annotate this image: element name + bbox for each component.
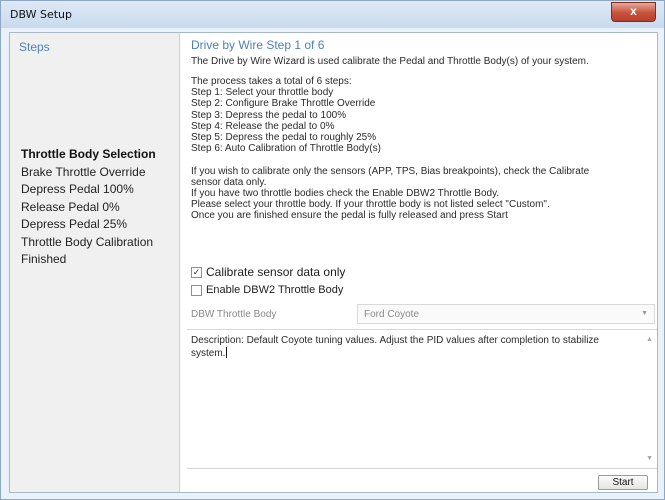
description-text: Description: Default Coyote tuning value… bbox=[191, 335, 636, 360]
instruction-line: If you wish to calibrate only the sensor… bbox=[191, 165, 590, 177]
description-value: Description: Default Coyote tuning value… bbox=[191, 335, 599, 359]
instruction-line: Once you are finished ensure the pedal i… bbox=[191, 210, 508, 222]
close-icon: x bbox=[630, 4, 637, 18]
instruction-line: Step 1: Select your throttle body bbox=[191, 87, 334, 99]
scroll-down-arrow-icon[interactable]: ▼ bbox=[646, 455, 653, 462]
text-caret bbox=[226, 347, 228, 358]
step-item-finished: Finished bbox=[21, 252, 67, 266]
instruction-line bbox=[191, 154, 589, 165]
enable-dbw2-checkbox[interactable]: Enable DBW2 Throttle Body bbox=[191, 284, 343, 296]
step-title: Drive by Wire Step 1 of 6 bbox=[191, 38, 325, 52]
throttle-body-label: DBW Throttle Body bbox=[191, 309, 277, 320]
instruction-line: Please select your throttle body. If you… bbox=[191, 199, 550, 211]
close-button[interactable]: x bbox=[611, 2, 656, 22]
step-item-depress-pedal-100: Depress Pedal 100% bbox=[21, 182, 134, 196]
instruction-line: Step 2: Configure Brake Throttle Overrid… bbox=[191, 98, 376, 110]
throttle-body-select[interactable]: Ford Coyote ▼ bbox=[357, 304, 655, 324]
title-bar[interactable]: DBW Setup x bbox=[1, 1, 664, 28]
instruction-line: Step 6: Auto Calibration of Throttle Bod… bbox=[191, 143, 381, 155]
step-item-depress-pedal-25: Depress Pedal 25% bbox=[21, 217, 128, 231]
instruction-line: If you have two throttle bodies check th… bbox=[191, 187, 500, 199]
step-item-brake-throttle-override: Brake Throttle Override bbox=[21, 164, 146, 179]
dbw-setup-window: DBW Setup x Steps Throttle Body Selectio… bbox=[0, 0, 665, 500]
checkbox-box[interactable]: ✓ bbox=[191, 266, 202, 278]
instruction-line: sensor data only. bbox=[191, 176, 267, 188]
checkbox-box[interactable] bbox=[191, 284, 202, 296]
enable-dbw2-label: Enable DBW2 Throttle Body bbox=[206, 284, 344, 296]
start-button[interactable]: Start bbox=[598, 475, 648, 490]
intro-text: The Drive by Wire Wizard is used calibra… bbox=[191, 56, 589, 67]
step-content-panel: Drive by Wire Step 1 of 6 The Drive by W… bbox=[182, 33, 658, 492]
instruction-line: Step 5: Depress the pedal to roughly 25% bbox=[191, 131, 377, 143]
step-item-release-pedal-0: Release Pedal 0% bbox=[21, 199, 120, 214]
step-item-throttle-body-selection: Throttle Body Selection bbox=[21, 147, 156, 161]
steps-heading: Steps bbox=[19, 40, 50, 54]
instruction-line: Step 3: Depress the pedal to 100% bbox=[191, 109, 347, 121]
throttle-body-value: Ford Coyote bbox=[364, 309, 420, 320]
wizard-client-area: Steps Throttle Body Selection Brake Thro… bbox=[9, 32, 658, 493]
steps-list: Throttle Body Selection Brake Throttle O… bbox=[21, 146, 156, 269]
steps-sidebar: Steps Throttle Body Selection Brake Thro… bbox=[10, 33, 180, 492]
scroll-up-arrow-icon[interactable]: ▲ bbox=[646, 336, 653, 343]
window-title: DBW Setup bbox=[10, 8, 73, 21]
instruction-line: Step 4: Release the pedal to 0% bbox=[191, 120, 335, 132]
instruction-line: The process takes a total of 6 steps: bbox=[191, 76, 352, 87]
calibrate-sensor-only-label: Calibrate sensor data only bbox=[206, 265, 346, 279]
calibrate-sensor-only-checkbox[interactable]: ✓ Calibrate sensor data only bbox=[191, 265, 345, 279]
dropdown-arrow-icon: ▼ bbox=[641, 310, 648, 317]
description-textarea[interactable]: Description: Default Coyote tuning value… bbox=[187, 329, 657, 469]
instructions: The process takes a total of 6 steps: St… bbox=[191, 76, 589, 221]
step-item-throttle-body-calibration: Throttle Body Calibration bbox=[21, 234, 154, 249]
